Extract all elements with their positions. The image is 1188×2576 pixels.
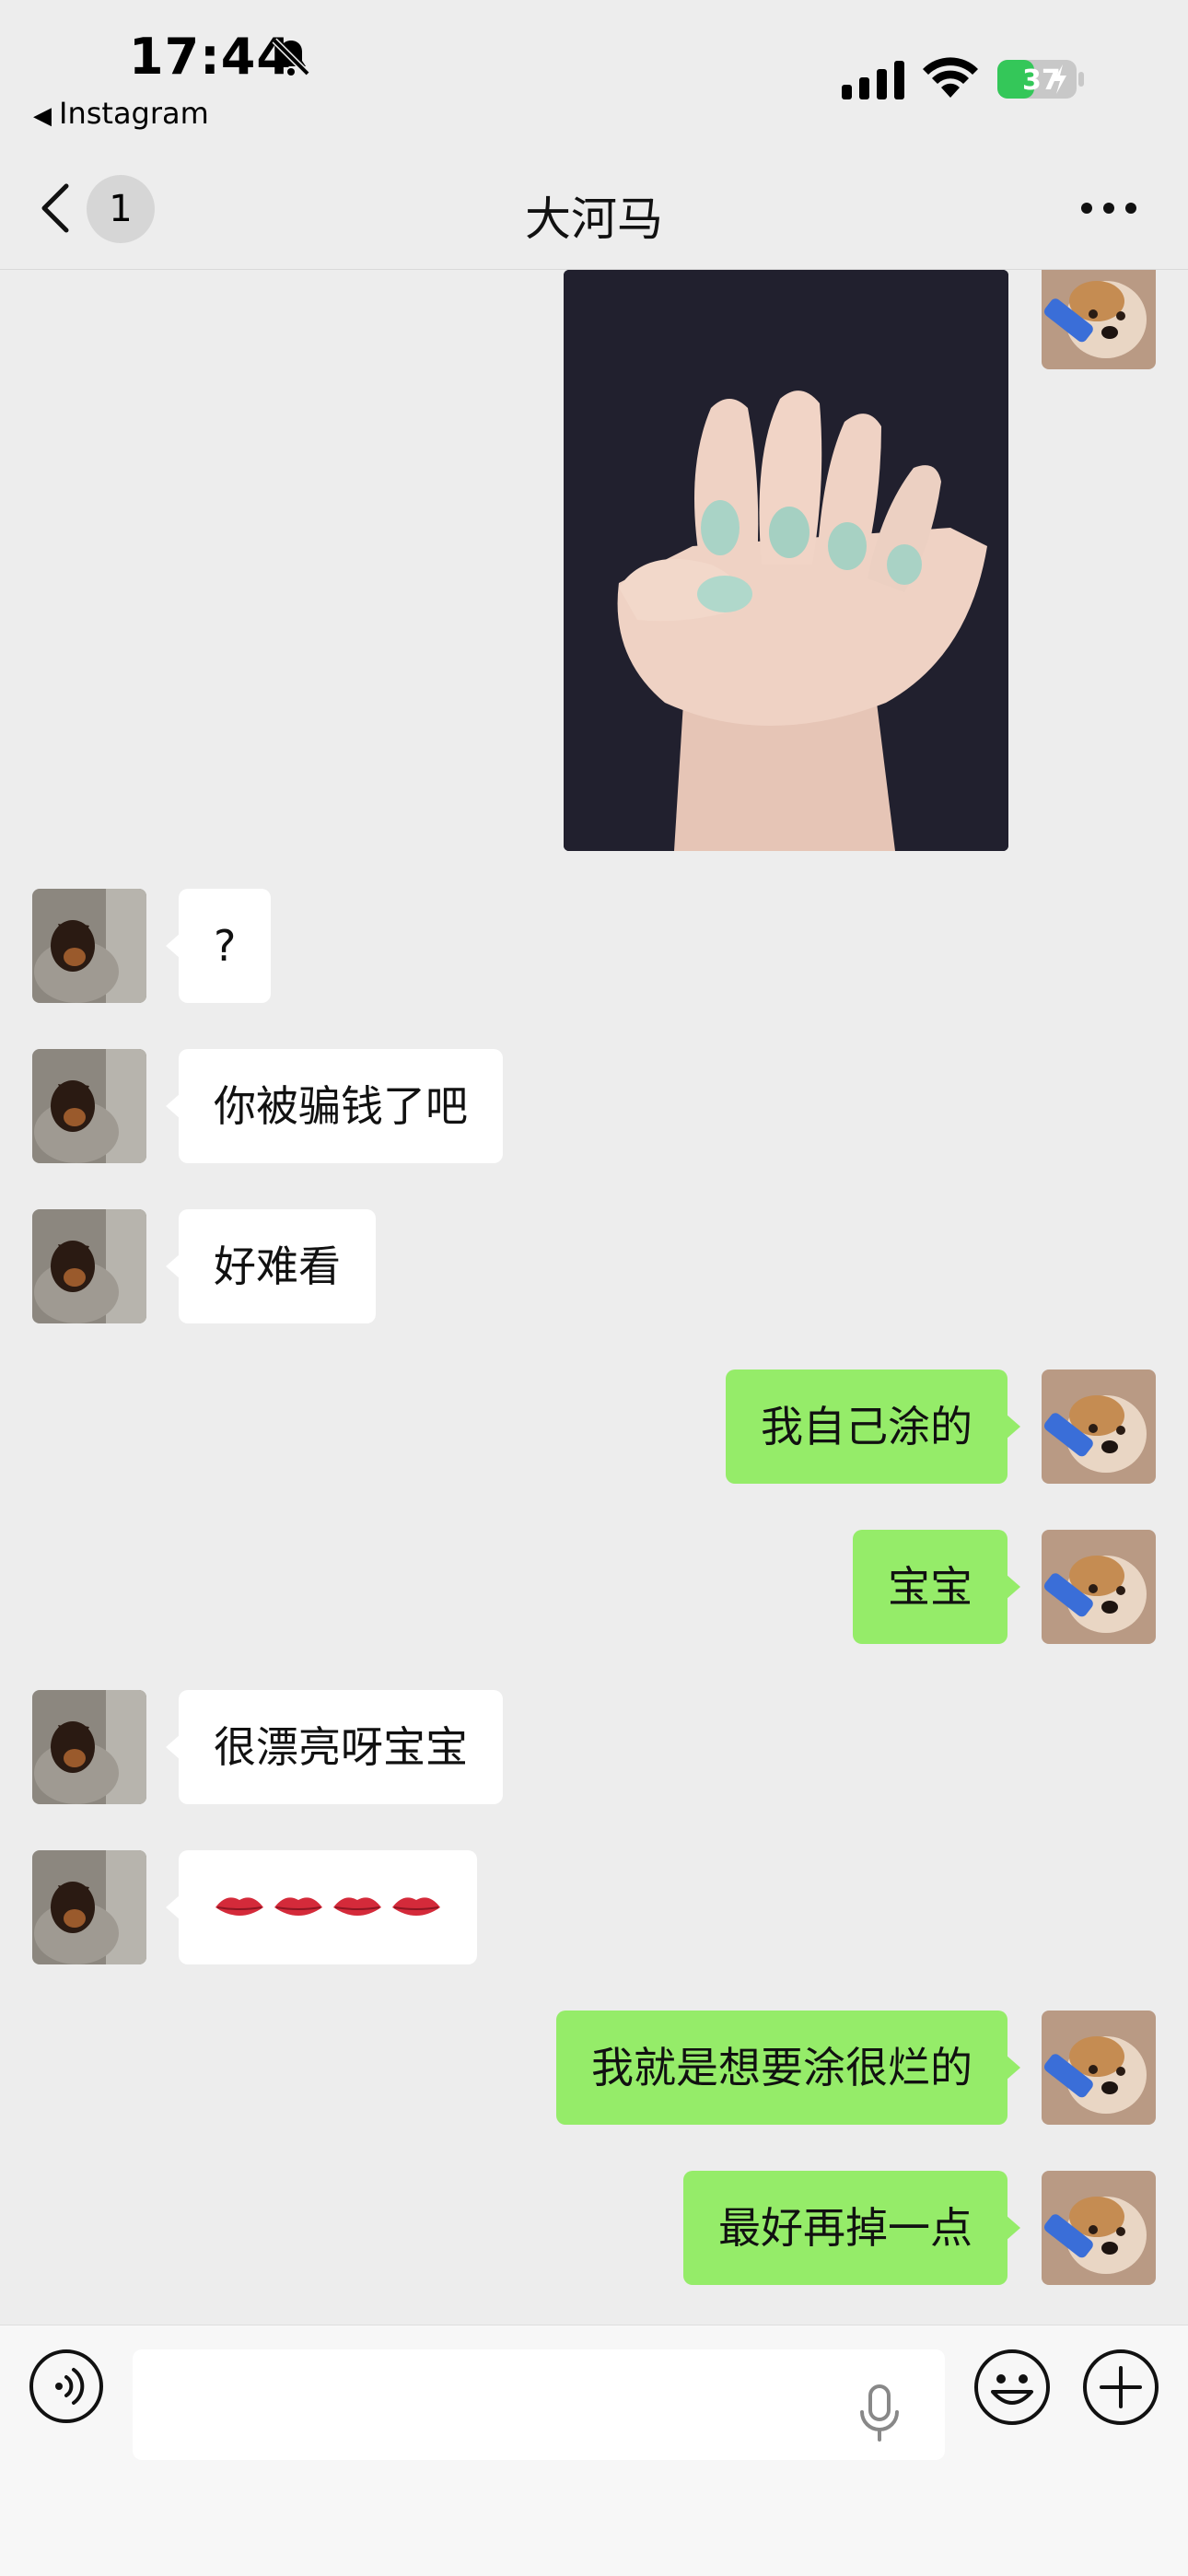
bell-slash-icon xyxy=(272,38,310,76)
more-icon[interactable] xyxy=(1079,199,1138,217)
friend-dog-image xyxy=(32,1049,146,1163)
chat-header: 1 大河马 xyxy=(0,147,1188,270)
my-avatar[interactable] xyxy=(1042,1530,1156,1644)
my-avatar[interactable] xyxy=(1042,270,1156,369)
friend-dog-image xyxy=(32,1850,146,1964)
cellular-signal-icon xyxy=(842,61,904,99)
composer-bar xyxy=(0,2325,1188,2576)
friend-avatar[interactable] xyxy=(32,1049,146,1163)
my-avatar[interactable] xyxy=(1042,1370,1156,1484)
shiba-dog-image xyxy=(1042,2011,1156,2125)
status-bar: 17:44 ◀ Instagram 37 xyxy=(0,0,1188,147)
message-bubble[interactable]: 好难看 xyxy=(166,1209,376,1323)
shiba-dog-image xyxy=(1042,2171,1156,2285)
friend-dog-image xyxy=(32,889,146,1003)
plus-icon[interactable] xyxy=(1081,2348,1160,2427)
back-to-app-link[interactable]: ◀ Instagram xyxy=(33,96,209,131)
message-list[interactable]: ? 你被骗钱了吧 好难看 我自己涂的 宝宝 很漂亮呀宝宝 我就是想要涂很烂的 最… xyxy=(0,270,1188,2324)
shiba-dog-image xyxy=(1042,1370,1156,1484)
friend-avatar[interactable] xyxy=(32,889,146,1003)
friend-dog-image xyxy=(32,1690,146,1804)
friend-avatar[interactable] xyxy=(32,1690,146,1804)
lips-emoji-icons xyxy=(215,1897,440,1916)
shiba-dog-image xyxy=(1042,270,1156,369)
emoji-icon[interactable] xyxy=(973,2348,1052,2427)
lips-icon xyxy=(215,1897,263,1916)
image-message-nail-photo[interactable] xyxy=(564,270,1008,851)
lips-icon xyxy=(333,1897,381,1916)
message-bubble[interactable]: 很漂亮呀宝宝 xyxy=(166,1690,503,1804)
battery-icon: 37 xyxy=(997,60,1084,99)
friend-avatar[interactable] xyxy=(32,1209,146,1323)
back-triangle-icon: ◀ xyxy=(33,102,52,130)
message-bubble-lips[interactable]: 👄👄👄👄 xyxy=(166,1850,477,1964)
message-bubble[interactable]: 我自己涂的 xyxy=(726,1370,1020,1484)
shiba-dog-image xyxy=(1042,1530,1156,1644)
message-bubble[interactable]: 最好再掉一点 xyxy=(683,2171,1020,2285)
mic-icon[interactable] xyxy=(856,2384,903,2443)
status-time: 17:44 xyxy=(129,28,292,86)
lips-icon xyxy=(392,1897,440,1916)
back-app-label: Instagram xyxy=(59,96,209,131)
lips-icon xyxy=(274,1897,322,1916)
friend-dog-image xyxy=(32,1209,146,1323)
chat-title: 大河马 xyxy=(525,192,663,246)
wifi-icon xyxy=(923,57,978,98)
voice-icon[interactable] xyxy=(28,2348,105,2425)
message-bubble[interactable]: 你被骗钱了吧 xyxy=(166,1049,503,1163)
my-avatar[interactable] xyxy=(1042,2171,1156,2285)
nail-photo-image xyxy=(564,270,1008,851)
my-avatar[interactable] xyxy=(1042,2011,1156,2125)
message-bubble[interactable]: 宝宝 xyxy=(853,1530,1020,1644)
message-bubble[interactable]: 我就是想要涂很烂的 xyxy=(556,2011,1020,2125)
friend-avatar[interactable] xyxy=(32,1850,146,1964)
message-bubble[interactable]: ? xyxy=(165,889,272,1003)
message-input[interactable] xyxy=(133,2349,945,2460)
